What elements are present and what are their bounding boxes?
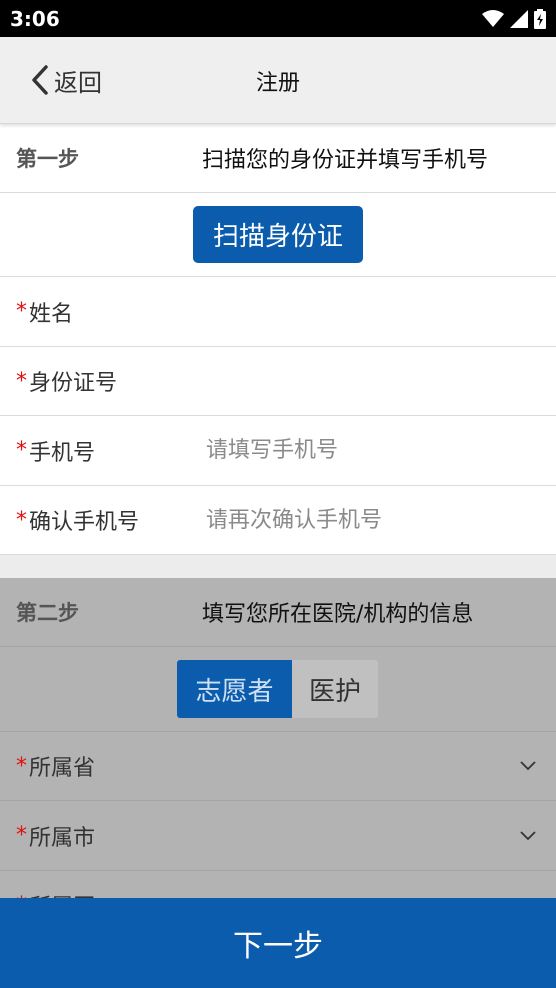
- phone-row: * 手机号: [0, 416, 556, 486]
- confirm-phone-input[interactable]: [206, 500, 536, 540]
- role-row: 志愿者 医护: [0, 647, 556, 732]
- id-number-input[interactable]: [206, 361, 536, 401]
- wifi-icon: [482, 9, 504, 27]
- scan-row: 扫描身份证: [0, 193, 556, 277]
- step1-description: 扫描您的身份证并填写手机号: [202, 148, 489, 173]
- role-volunteer-button[interactable]: 志愿者: [177, 660, 292, 718]
- name-label: * 姓名: [16, 299, 74, 327]
- role-medical-button[interactable]: 医护: [292, 660, 378, 718]
- name-input[interactable]: [206, 291, 536, 332]
- step2-description: 填写您所在医院/机构的信息: [202, 602, 474, 627]
- navigation-bar: 返回 注册: [0, 37, 556, 124]
- city-row[interactable]: * 所属市: [0, 801, 556, 871]
- status-bar: 3:06: [0, 0, 556, 37]
- section-divider: [0, 555, 556, 578]
- required-mark: *: [16, 299, 27, 324]
- phone-input[interactable]: [206, 430, 536, 471]
- page-title: 注册: [255, 71, 300, 96]
- id-number-row: * 身份证号: [0, 347, 556, 416]
- dropdown-chevron-icon[interactable]: [518, 756, 538, 776]
- role-toggle: 志愿者 医护: [177, 660, 378, 718]
- status-icons: [482, 8, 546, 29]
- province-row[interactable]: * 所属省: [0, 732, 556, 801]
- status-time: 3:06: [10, 6, 60, 31]
- step2-section: 第二步 填写您所在医院/机构的信息 志愿者 医护 *所属省 *所属市 *所属区: [0, 578, 556, 898]
- battery-icon: [534, 8, 546, 29]
- scan-id-card-button[interactable]: 扫描身份证: [193, 206, 363, 263]
- step2-header: 第二步 填写您所在医院/机构的信息: [0, 578, 556, 647]
- province-label: * 所属省: [16, 753, 96, 782]
- required-mark: *: [16, 438, 27, 463]
- required-mark: *: [16, 753, 27, 779]
- name-row: * 姓名: [0, 277, 556, 347]
- required-mark: *: [16, 823, 27, 848]
- required-mark: *: [16, 507, 27, 533]
- city-label: * 所属市: [16, 823, 96, 851]
- step2-label: 第二步: [16, 601, 79, 625]
- required-mark: *: [16, 368, 27, 394]
- step1-label: 第一步: [16, 147, 79, 171]
- phone-label: * 手机号: [16, 438, 96, 466]
- district-row[interactable]: *所属区: [0, 871, 556, 899]
- confirm-phone-row: * 确认手机号: [0, 486, 556, 555]
- next-step-button[interactable]: 下一步: [0, 898, 556, 988]
- step1-header: 第一步 扫描您的身份证并填写手机号: [0, 124, 556, 193]
- district-label: *所属区: [16, 889, 95, 899]
- confirm-phone-label: * 确认手机号: [16, 507, 140, 536]
- id-number-label: * 身份证号: [16, 368, 118, 397]
- dropdown-chevron-icon[interactable]: [518, 826, 538, 846]
- signal-icon: [510, 9, 528, 28]
